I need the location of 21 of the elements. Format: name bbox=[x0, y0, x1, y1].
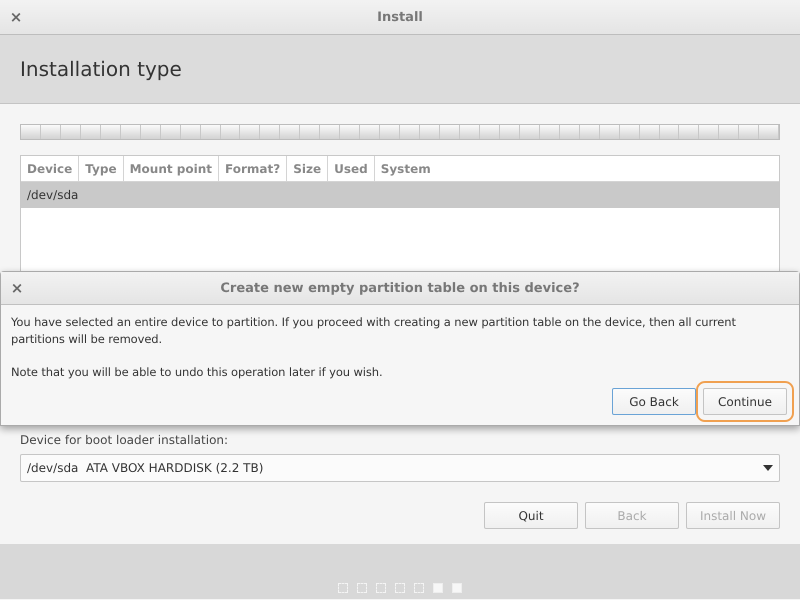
action-button[interactable]: Quit bbox=[484, 502, 578, 529]
close-icon[interactable]: × bbox=[10, 281, 24, 295]
column-header[interactable]: Size bbox=[287, 156, 328, 181]
dialog-button[interactable]: Go Back bbox=[612, 388, 696, 415]
message-text: You have selected an entire device to partition. If you proceed with creating a new partition table on the device, then all current partitions will be removed. bbox=[11, 314, 737, 348]
column-header[interactable]: System bbox=[374, 156, 437, 181]
caret-icon bbox=[763, 465, 773, 471]
column-header[interactable]: Device bbox=[21, 156, 80, 181]
page-title: Installation type bbox=[20, 57, 182, 81]
column-header[interactable]: Mount point bbox=[124, 156, 220, 181]
window-title: Install bbox=[377, 10, 423, 24]
boot-device-dropdown[interactable]: /dev/sda ATA VBOX HARDDISK (2.2 TB) bbox=[20, 454, 780, 482]
column-header[interactable]: Used bbox=[328, 156, 375, 181]
column-header[interactable]: Type bbox=[79, 156, 124, 181]
table-cell-text: /dev/sda bbox=[26, 188, 80, 202]
message-text: Note that you will be able to undo this operation later if you wish. bbox=[11, 364, 384, 381]
column-header[interactable]: Format? bbox=[219, 156, 288, 181]
dialog-title: Create new empty partition table on this device? bbox=[220, 280, 580, 296]
field-label: Device for boot loader installation: bbox=[20, 433, 230, 447]
table-row[interactable]: /dev/sda bbox=[21, 182, 779, 208]
close-icon[interactable]: × bbox=[9, 10, 23, 24]
